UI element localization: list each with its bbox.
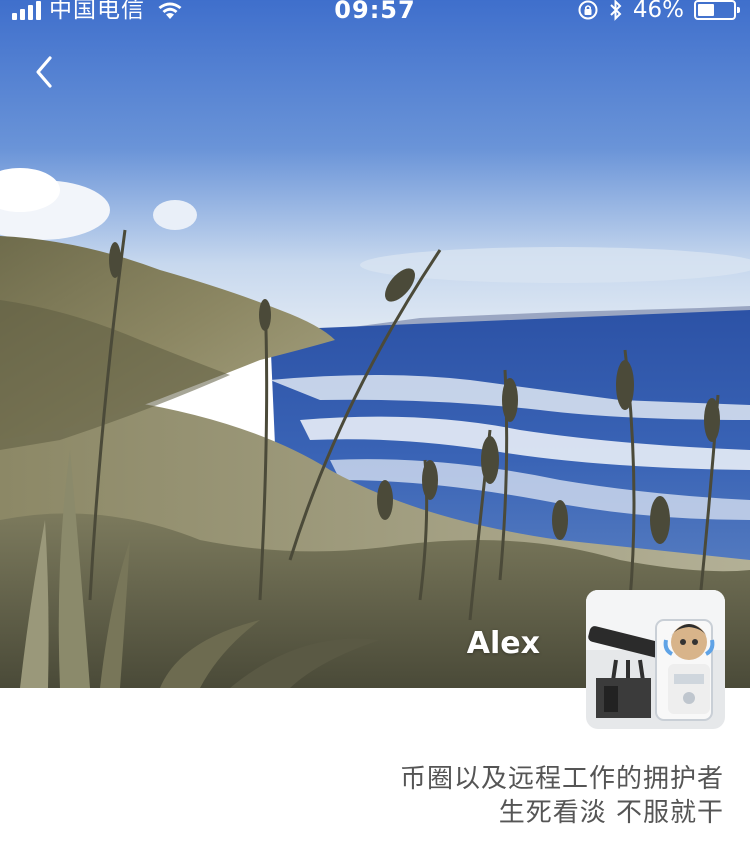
bluetooth-icon	[610, 0, 622, 21]
avatar[interactable]	[586, 590, 725, 729]
cover-photo[interactable]	[0, 0, 750, 688]
profile-bio: 币圈以及远程工作的拥护者 生死看淡 不服就干	[400, 762, 724, 830]
bio-line: 币圈以及远程工作的拥护者	[399, 764, 724, 794]
status-bar: 中国电信 09:57 46%	[0, 0, 750, 24]
avatar-image	[586, 590, 725, 729]
cover-landscape-image	[0, 0, 750, 688]
back-button[interactable]	[28, 52, 64, 92]
moments-profile-page: 中国电信 09:57 46% Alex 币圈以及远程工作的拥护者 生死看淡 不服…	[0, 0, 750, 845]
battery-level-fill	[698, 4, 714, 16]
chevron-left-icon	[36, 56, 52, 88]
bio-line: 生死看淡 不服就干	[498, 798, 724, 828]
battery-icon	[694, 0, 740, 20]
rotation-lock-icon	[578, 0, 598, 20]
status-bar-right: 46%	[577, 0, 740, 23]
battery-percent: 46%	[632, 0, 684, 23]
profile-name[interactable]: Alex	[467, 626, 540, 661]
